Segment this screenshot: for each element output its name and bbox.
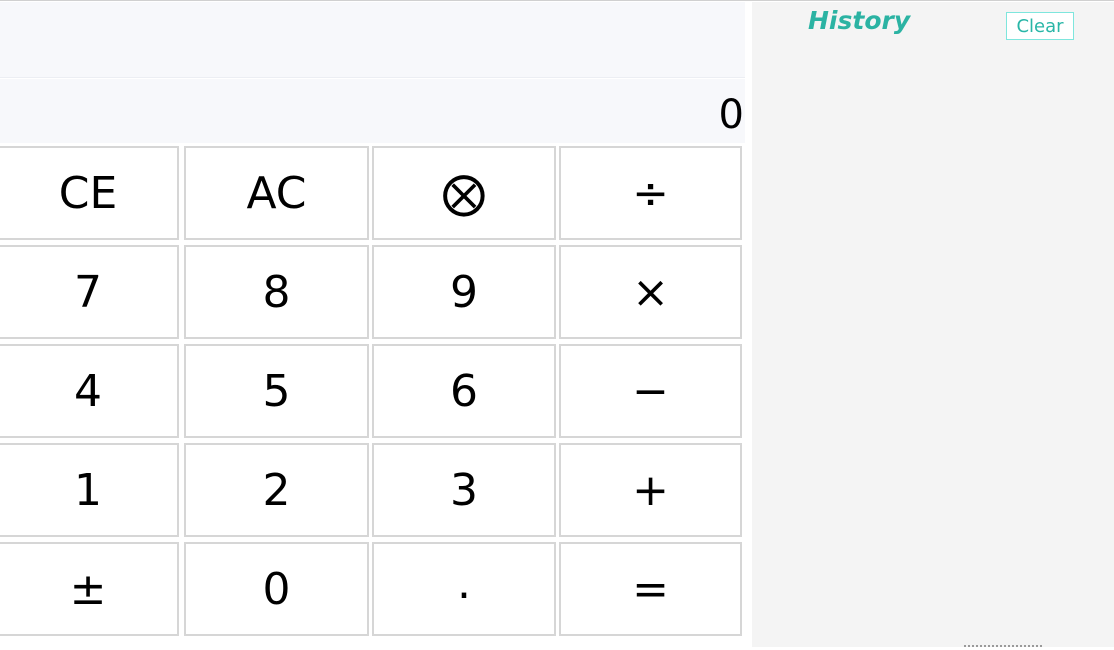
clear-history-button[interactable]: Clear xyxy=(1006,12,1074,40)
digit-2-button[interactable]: 2 xyxy=(184,443,369,537)
multiply-button[interactable]: × xyxy=(559,245,742,339)
digit-6-button[interactable]: 6 xyxy=(372,344,556,438)
plus-button[interactable]: + xyxy=(559,443,742,537)
digit-1-button[interactable]: 1 xyxy=(0,443,179,537)
divide-button[interactable]: ÷ xyxy=(559,146,742,240)
result-display: 0 xyxy=(0,79,745,143)
digit-5-button[interactable]: 5 xyxy=(184,344,369,438)
expression-display xyxy=(0,2,745,78)
digit-9-button[interactable]: 9 xyxy=(372,245,556,339)
history-panel: History Clear xyxy=(752,2,1114,647)
digit-0-button[interactable]: 0 xyxy=(184,542,369,636)
history-title: History xyxy=(808,6,911,35)
digit-7-button[interactable]: 7 xyxy=(0,245,179,339)
decimal-button[interactable]: . xyxy=(372,542,556,636)
clear-entry-button[interactable]: CE xyxy=(0,146,179,240)
resize-grip-icon[interactable] xyxy=(964,645,1042,649)
equals-button[interactable]: = xyxy=(559,542,742,636)
negate-button[interactable]: ± xyxy=(0,542,179,636)
digit-8-button[interactable]: 8 xyxy=(184,245,369,339)
app-window: 0 CE AC ⨂ ÷ 7 8 9 × 4 5 6 − 1 2 3 + ± 0 … xyxy=(0,0,1114,650)
digit-4-button[interactable]: 4 xyxy=(0,344,179,438)
calculator-panel: 0 CE AC ⨂ ÷ 7 8 9 × 4 5 6 − 1 2 3 + ± 0 … xyxy=(0,2,745,648)
backspace-button[interactable]: ⨂ xyxy=(372,146,556,240)
minus-button[interactable]: − xyxy=(559,344,742,438)
digit-3-button[interactable]: 3 xyxy=(372,443,556,537)
all-clear-button[interactable]: AC xyxy=(184,146,369,240)
